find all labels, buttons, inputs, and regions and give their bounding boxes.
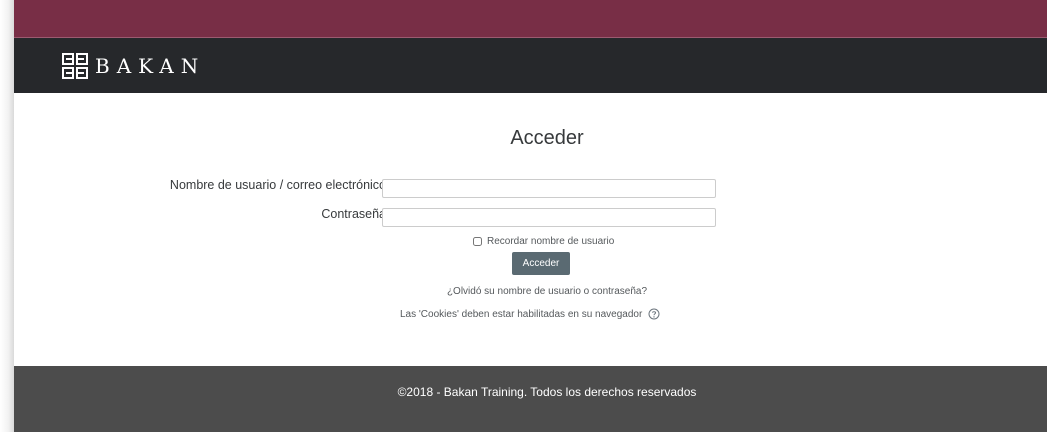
forgot-credentials-link[interactable]: ¿Olvidó su nombre de usuario o contraseñ… [14, 286, 1047, 297]
login-section: Acceder Nombre de usuario / correo elect… [14, 93, 1047, 366]
browser-page: BAKAN Acceder Nombre de usuario / correo… [14, 0, 1047, 432]
top-accent-bar [14, 0, 1047, 38]
cookies-notice: Las 'Cookies' deben estar habilitadas en… [400, 308, 660, 320]
password-label: Contraseña [321, 207, 386, 221]
password-field[interactable] [382, 208, 716, 227]
cookies-notice-text: Las 'Cookies' deben estar habilitadas en… [400, 308, 643, 320]
bakan-logo-icon [62, 53, 88, 79]
remember-username-label[interactable]: Recordar nombre de usuario [487, 236, 614, 247]
footer-copyright: ©2018 - Bakan Training. Todos los derech… [397, 385, 697, 399]
login-button[interactable]: Acceder [512, 252, 570, 275]
question-circle-icon[interactable] [648, 308, 660, 320]
page-shadow [0, 0, 14, 432]
username-label: Nombre de usuario / correo electrónico [169, 178, 386, 192]
page-title: Acceder [510, 127, 584, 149]
username-field[interactable] [382, 179, 716, 198]
remember-username: Recordar nombre de usuario [473, 236, 614, 247]
brand-name: BAKAN [95, 54, 206, 78]
navbar: BAKAN [14, 38, 1047, 93]
remember-username-checkbox[interactable] [473, 237, 482, 246]
brand-logo[interactable]: BAKAN [61, 52, 205, 80]
footer: ©2018 - Bakan Training. Todos los derech… [14, 366, 1047, 432]
